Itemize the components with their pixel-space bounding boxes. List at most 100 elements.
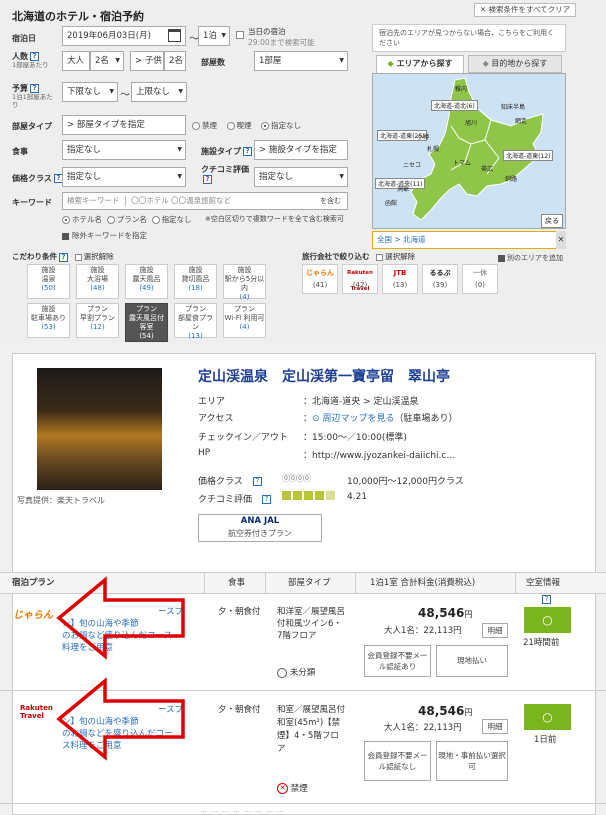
calendar-icon[interactable]	[168, 29, 181, 42]
budget-separator: 〜	[120, 90, 130, 101]
facet-9[interactable]: プラン Wi-Fi 利用可 (4)	[223, 303, 266, 338]
priceclass-select[interactable]: 指定なし	[62, 167, 186, 187]
meal-label: 食事	[12, 147, 28, 156]
agent-filter-2[interactable]: JTB (13)	[382, 264, 418, 294]
agent-filter-label: 旅行会社で絞り込む	[302, 252, 370, 261]
radio-smoking[interactable]	[226, 122, 235, 130]
kodawari-label: こだわり条件	[12, 252, 57, 261]
map-region-12[interactable]: 釧路	[505, 174, 517, 183]
keyword-input[interactable]: 検索キーワード 〇〇ホテル 〇〇温泉旅館など	[62, 192, 348, 210]
child-link[interactable]: > 子供	[130, 51, 164, 71]
detail-button-2[interactable]: 明細	[482, 719, 508, 734]
rooms-select[interactable]: 1部屋	[254, 51, 348, 71]
kodawari-clear[interactable]: 選択解除	[74, 252, 114, 261]
facet-7[interactable]: プラン 露天風呂付客室 (54)	[125, 303, 168, 342]
radio-nonsmoking[interactable]	[192, 122, 200, 130]
map-region-15[interactable]: 函館	[385, 198, 397, 207]
adults-select[interactable]: 2名	[90, 51, 124, 71]
map-region-4[interactable]: 網走	[515, 116, 527, 125]
radio-plan-name[interactable]	[106, 216, 115, 224]
hokkaido-map[interactable]: 稚内 北海道-道北(6) 北海道-道東(25) 知床半島 網走 旭川 小樽 札幌 北海道-道東(…	[372, 73, 566, 229]
today-checkbox[interactable]	[236, 30, 246, 40]
review-select[interactable]: 指定なし	[254, 167, 348, 187]
map-region-14[interactable]: 洞爺	[397, 184, 409, 193]
map-link[interactable]: ⊙ 周辺マップを見る	[312, 414, 394, 424]
budget-min-select[interactable]: 下限なし	[62, 82, 118, 102]
help-icon[interactable]: ?	[252, 477, 262, 486]
agent-filter-0[interactable]: じゃらん (41)	[302, 264, 338, 294]
facet-0[interactable]: 施設 温泉 (50)	[27, 264, 70, 299]
help-icon[interactable]: ?	[203, 175, 212, 184]
child-count: 2名	[164, 51, 186, 71]
payment-button-2[interactable]: 現地・事前払い選択可	[436, 741, 508, 781]
facet-4[interactable]: 施設 駅から5分以内 (4)	[223, 264, 266, 301]
help-icon[interactable]: ?	[262, 495, 272, 504]
nights-select[interactable]: 1泊	[198, 26, 230, 46]
map-region-8[interactable]: 北海道-道東(12)	[503, 150, 554, 161]
map-region-1[interactable]: 北海道-道北(6)	[431, 100, 478, 111]
keyword-contains: を含む	[320, 197, 341, 205]
agent-filter-4[interactable]: 一休 (0)	[462, 264, 498, 294]
tab-dest-label: 目的地から探す	[491, 59, 548, 68]
hotel-name-label: ホテル名	[72, 215, 102, 224]
kw-any-label: 指定なし	[161, 215, 192, 224]
map-region-9[interactable]: ニセコ	[403, 160, 421, 169]
map-region-5[interactable]: 旭川	[465, 118, 477, 127]
clear-all-button[interactable]: ✕ 検索条件をすべてクリア	[474, 3, 576, 17]
keyword-prefix: 検索キーワード	[67, 196, 120, 205]
detail-button-1[interactable]: 明細	[482, 623, 508, 638]
room-1: 和洋室／展望風呂付和風ツイン6・7階フロア	[277, 607, 346, 641]
availability-button-2[interactable]: ○	[524, 704, 571, 730]
facet-5[interactable]: 施設 駐車場あり (53)	[27, 303, 70, 338]
map-region-6[interactable]: 小樽	[417, 132, 429, 141]
facility-button[interactable]: > 施設タイプを指定	[254, 140, 348, 160]
map-region-11[interactable]: 帯広	[481, 164, 493, 173]
radio-hotel-name[interactable]	[62, 216, 70, 224]
facet-8[interactable]: プラン 部屋食プラン (13)	[174, 303, 217, 340]
selected-area[interactable]: 全国 > 北海道	[372, 231, 566, 249]
agent-filter-3[interactable]: るるぶ (39)	[422, 264, 458, 294]
facet-2[interactable]: 施設 露天風呂 (49)	[125, 264, 168, 299]
close-icon[interactable]: ✕	[556, 231, 566, 249]
air-ticket-plan-button[interactable]: ANA JAL 航空券付きプラン	[198, 514, 322, 542]
exclude-keyword-link[interactable]: 除外キーワードを指定	[62, 230, 147, 241]
header-plan: 宿泊プラン	[12, 578, 55, 588]
tab-area-search[interactable]: ◆ エリアから探す	[376, 55, 464, 73]
map-pin-icon: ⊙	[312, 414, 320, 424]
add-area-link[interactable]: 別のエリアを追加	[498, 253, 563, 263]
map-region-16[interactable]: 戻る	[541, 214, 563, 228]
agent-filter-1[interactable]: Rakuten Travel (42)	[342, 264, 378, 294]
help-icon[interactable]: ?	[30, 52, 39, 61]
payment-button-1[interactable]: 現地払い	[436, 645, 508, 677]
map-region-10[interactable]: トマム	[453, 158, 471, 167]
budget-max-select[interactable]: 上限なし	[131, 82, 187, 102]
help-icon[interactable]: ?	[30, 84, 39, 93]
map-region-0[interactable]: 稚内	[455, 84, 467, 93]
facet-1[interactable]: 施設 大浴場 (48)	[76, 264, 119, 299]
hotel-photo[interactable]	[37, 368, 162, 490]
roomtype-button[interactable]: > 部屋タイプを指定	[62, 115, 186, 135]
help-icon[interactable]: ?	[542, 595, 551, 604]
facet-type: 施設	[41, 305, 56, 313]
map-region-3[interactable]: 知床半島	[501, 102, 525, 111]
radio-kw-any[interactable]	[151, 216, 160, 224]
facet-name: 露天風呂	[132, 275, 161, 283]
help-icon[interactable]: ?	[243, 147, 252, 156]
facet-3[interactable]: 施設 貸切風呂 (18)	[174, 264, 217, 299]
hotel-name[interactable]: 定山渓温泉 定山渓第一寶亭留 翠山亭	[198, 366, 450, 386]
room-2: 和室／展望風呂付和室(45m²)【禁煙】4・5階フロア	[277, 705, 346, 754]
plan-name-label: プラン名	[116, 215, 147, 224]
meal-select[interactable]: 指定なし	[62, 140, 186, 160]
price-1: 48,546円	[418, 606, 472, 620]
member-button-1[interactable]: 会員登録不要メール認証あり	[364, 645, 431, 677]
availability-button-1[interactable]: ○	[524, 607, 571, 633]
price-class-label: 価格クラス?	[198, 474, 262, 487]
radio-smoke-any[interactable]	[261, 122, 270, 130]
tab-destination-search[interactable]: ◆ 目的地から探す	[468, 55, 562, 73]
help-icon[interactable]: ?	[59, 252, 68, 262]
member-button-2[interactable]: 会員登録不要メール認証なし	[364, 741, 431, 781]
map-region-7[interactable]: 札幌	[427, 144, 439, 153]
hp-link[interactable]: ：http://www.jyozankei-daiichi.c…	[303, 448, 455, 461]
per-person-1: 大人1名：22,113円	[384, 626, 462, 636]
facet-6[interactable]: プラン 早割プラン (12)	[76, 303, 119, 338]
